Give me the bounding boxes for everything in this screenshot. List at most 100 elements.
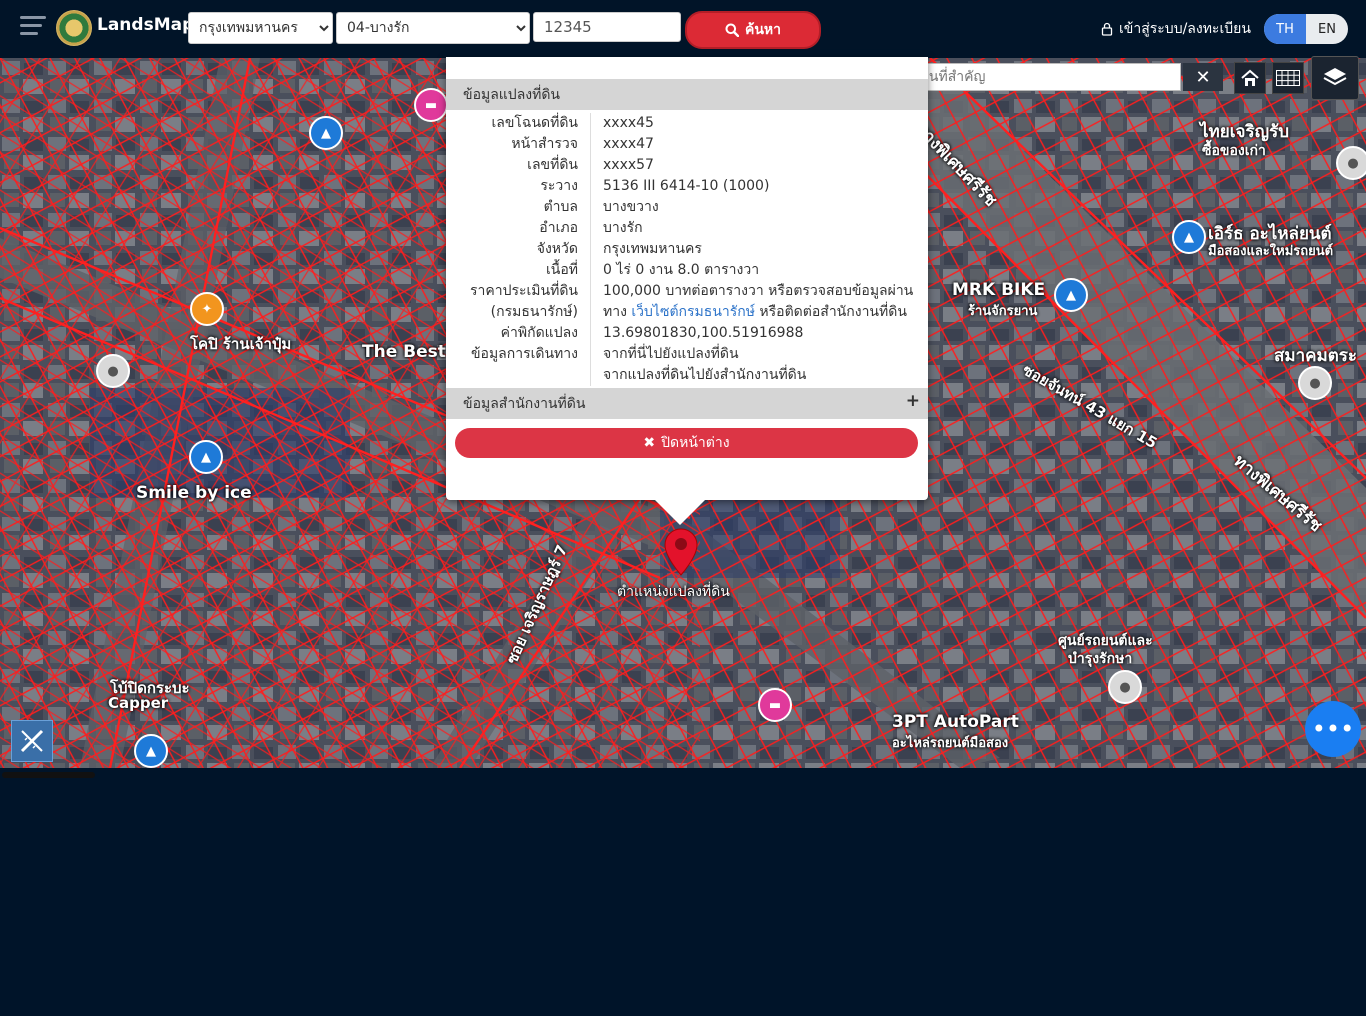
clear-search-button[interactable]: ✕	[1183, 63, 1223, 91]
coord-row: ค่าพิกัดแปลง 13.69801830,100.51916988	[446, 323, 928, 344]
search-button-label: ค้นหา	[744, 22, 782, 38]
more-options-button[interactable]: •••	[1305, 701, 1361, 757]
place-poi-icon[interactable]: ●	[96, 354, 130, 388]
hotel-poi-icon[interactable]: ▬	[758, 688, 792, 722]
search-button[interactable]: ค้นหา	[685, 11, 821, 49]
lang-en-button[interactable]: EN	[1306, 14, 1348, 44]
info-value: xxxx45	[603, 115, 654, 131]
search-icon	[725, 23, 739, 37]
price-value: 100,000 บาทต่อตารางวา หรือตรวจสอบข้อมูลผ…	[603, 283, 914, 299]
parcel-info-section-header[interactable]: ข้อมูลแปลงที่ดิน	[446, 79, 928, 110]
map-label-the-best: The Best	[362, 342, 446, 362]
info-row: ระวาง 5136 III 6414-10 (1000)	[446, 176, 928, 197]
info-value: 0 ไร่ 0 งาน 8.0 ตารางวา	[603, 262, 760, 278]
info-value: 5136 III 6414-10 (1000)	[603, 178, 770, 194]
price-value-2: ทาง เว็บไซต์กรมธนารักษ์ หรือติดต่อสำนักง…	[591, 302, 907, 323]
place-poi-icon[interactable]: ●	[1336, 146, 1366, 180]
info-row: เลขโฉนดที่ดิน xxxx45	[446, 113, 928, 134]
parcel-number-input[interactable]	[533, 12, 681, 42]
province-select[interactable]: กรุงเทพมหานคร	[188, 12, 333, 44]
info-row: เนื้อที่ 0 ไร่ 0 งาน 8.0 ตารางวา	[446, 260, 928, 281]
info-row: จังหวัด กรุงเทพมหานคร	[446, 239, 928, 260]
map-label-auto-part-2: อะไหล่รถยนต์มือสอง	[892, 736, 1009, 751]
map-label-car-service-2: บำรุงรักษา	[1068, 651, 1133, 667]
info-key: เลขที่ดิน	[446, 155, 591, 176]
hotel-poi-icon[interactable]: ▬	[414, 88, 448, 122]
district-select[interactable]: 04-บางรัก	[336, 12, 530, 44]
restaurant-poi-icon[interactable]: ✦	[190, 292, 224, 326]
close-popup-label: ปิดหน้าต่าง	[661, 435, 730, 451]
home-icon	[1241, 69, 1259, 86]
map-label-mrk-bike-th: ร้านจักรยาน	[968, 304, 1038, 319]
language-toggle: TH EN	[1264, 14, 1348, 44]
menu-icon[interactable]	[20, 16, 46, 40]
logo-seal-icon[interactable]	[56, 10, 92, 46]
map-label-kopi: โคปิ ร้านเจ้าปุ๋ม	[190, 335, 292, 353]
lock-icon	[1101, 22, 1113, 36]
info-value: บางรัก	[603, 220, 643, 236]
lang-th-button[interactable]: TH	[1264, 14, 1306, 44]
info-row: ตำบล บางขวาง	[446, 197, 928, 218]
place-poi-icon[interactable]: ●	[1298, 366, 1332, 400]
route-parcel-to-office-link[interactable]: จากแปลงที่ดินไปยังสำนักงานที่ดิน	[591, 365, 806, 386]
route-key-empty	[446, 365, 591, 386]
shop-poi-icon[interactable]: ▲	[309, 116, 343, 150]
map-label-samakom: สมาคมตระ	[1274, 346, 1358, 366]
shop-poi-icon[interactable]: ▲	[189, 440, 223, 474]
parcel-info-popup: ข้อมูลแปลงที่ดิน เลขโฉนดที่ดิน xxxx45 หน้…	[446, 57, 928, 500]
ruler-pencil-icon	[20, 729, 44, 753]
shop-poi-icon[interactable]: ▲	[1172, 220, 1206, 254]
grid-icon	[1276, 70, 1300, 86]
info-key: เลขโฉนดที่ดิน	[446, 113, 591, 134]
price-row: ราคาประเมินที่ดิน 100,000 บาทต่อตารางวา ห…	[446, 281, 928, 302]
draw-tool-button[interactable]	[11, 720, 53, 762]
land-office-section-title: ข้อมูลสำนักงานที่ดิน	[463, 395, 586, 412]
price-key-2: (กรมธนารักษ์)	[446, 302, 591, 323]
map-pin-icon	[664, 528, 698, 576]
map-label-eiri-auto-2: มือสองและใหม่รถยนต์	[1208, 244, 1334, 259]
route-here-to-parcel-link[interactable]: จากที่นี่ไปยังแปลงที่ดิน	[591, 344, 739, 365]
info-key: ระวาง	[446, 176, 591, 197]
land-office-section-header[interactable]: ข้อมูลสำนักงานที่ดิน +	[446, 388, 928, 419]
map-label-thai-charoen-2: ซื้อของเก่า	[1202, 143, 1266, 159]
route-key: ข้อมูลการเดินทาง	[446, 344, 591, 365]
login-link[interactable]: เข้าสู่ระบบ/ลงทะเบียน	[1101, 18, 1251, 40]
info-key: อำเภอ	[446, 218, 591, 239]
close-x-icon: ✖	[643, 435, 656, 451]
treasury-website-link[interactable]: เว็บไซต์กรมธนารักษ์	[631, 304, 755, 320]
info-row: อำเภอ บางรัก	[446, 218, 928, 239]
home-button[interactable]	[1234, 62, 1266, 94]
parcel-location-marker[interactable]	[664, 528, 698, 580]
top-navbar: LandsMaps กรุงเทพมหานคร 04-บางรัก ค้นหา …	[0, 0, 1366, 58]
grid-button[interactable]	[1272, 62, 1304, 94]
shop-poi-icon[interactable]: ▲	[134, 734, 168, 768]
layers-button[interactable]	[1311, 56, 1359, 100]
expand-plus-icon[interactable]: +	[906, 391, 920, 411]
login-label: เข้าสู่ระบบ/ลงทะเบียน	[1119, 21, 1251, 37]
popup-pointer-arrow	[654, 499, 706, 525]
info-value: กรุงเทพมหานคร	[603, 241, 702, 257]
place-poi-icon[interactable]: ●	[1108, 670, 1142, 704]
bike-shop-poi-icon[interactable]: ▲	[1054, 278, 1088, 312]
info-row: เลขที่ดิน xxxx57	[446, 155, 928, 176]
info-value: บางขวาง	[603, 199, 659, 215]
coord-link[interactable]: 13.69801830,100.51916988	[591, 323, 803, 344]
info-key: จังหวัด	[446, 239, 591, 260]
route-row-2: จากแปลงที่ดินไปยังสำนักงานที่ดิน	[446, 365, 928, 386]
more-dots-icon: •••	[1311, 715, 1355, 743]
close-popup-button[interactable]: ✖ ปิดหน้าต่าง	[455, 428, 918, 458]
price-row-2: (กรมธนารักษ์) ทาง เว็บไซต์กรมธนารักษ์ หร…	[446, 302, 928, 323]
info-key: หน้าสำรวจ	[446, 134, 591, 155]
layers-icon	[1323, 68, 1347, 86]
price-v2-post: หรือติดต่อสำนักงานที่ดิน	[754, 304, 907, 320]
parcel-marker-label: ตำแหน่งแปลงที่ดิน	[617, 584, 730, 600]
route-row: ข้อมูลการเดินทาง จากที่นี่ไปยังแปลงที่ดิน	[446, 344, 928, 365]
info-row: หน้าสำรวจ xxxx47	[446, 134, 928, 155]
map-label-caps: Capper	[108, 694, 169, 712]
parcel-info-section-title: ข้อมูลแปลงที่ดิน	[463, 86, 561, 103]
info-key: เนื้อที่	[446, 260, 591, 281]
map-label-mrk-bike: MRK BIKE	[952, 280, 1046, 300]
horizontal-scrollbar[interactable]	[2, 772, 95, 778]
info-value: xxxx47	[603, 136, 654, 152]
info-key: ตำบล	[446, 197, 591, 218]
